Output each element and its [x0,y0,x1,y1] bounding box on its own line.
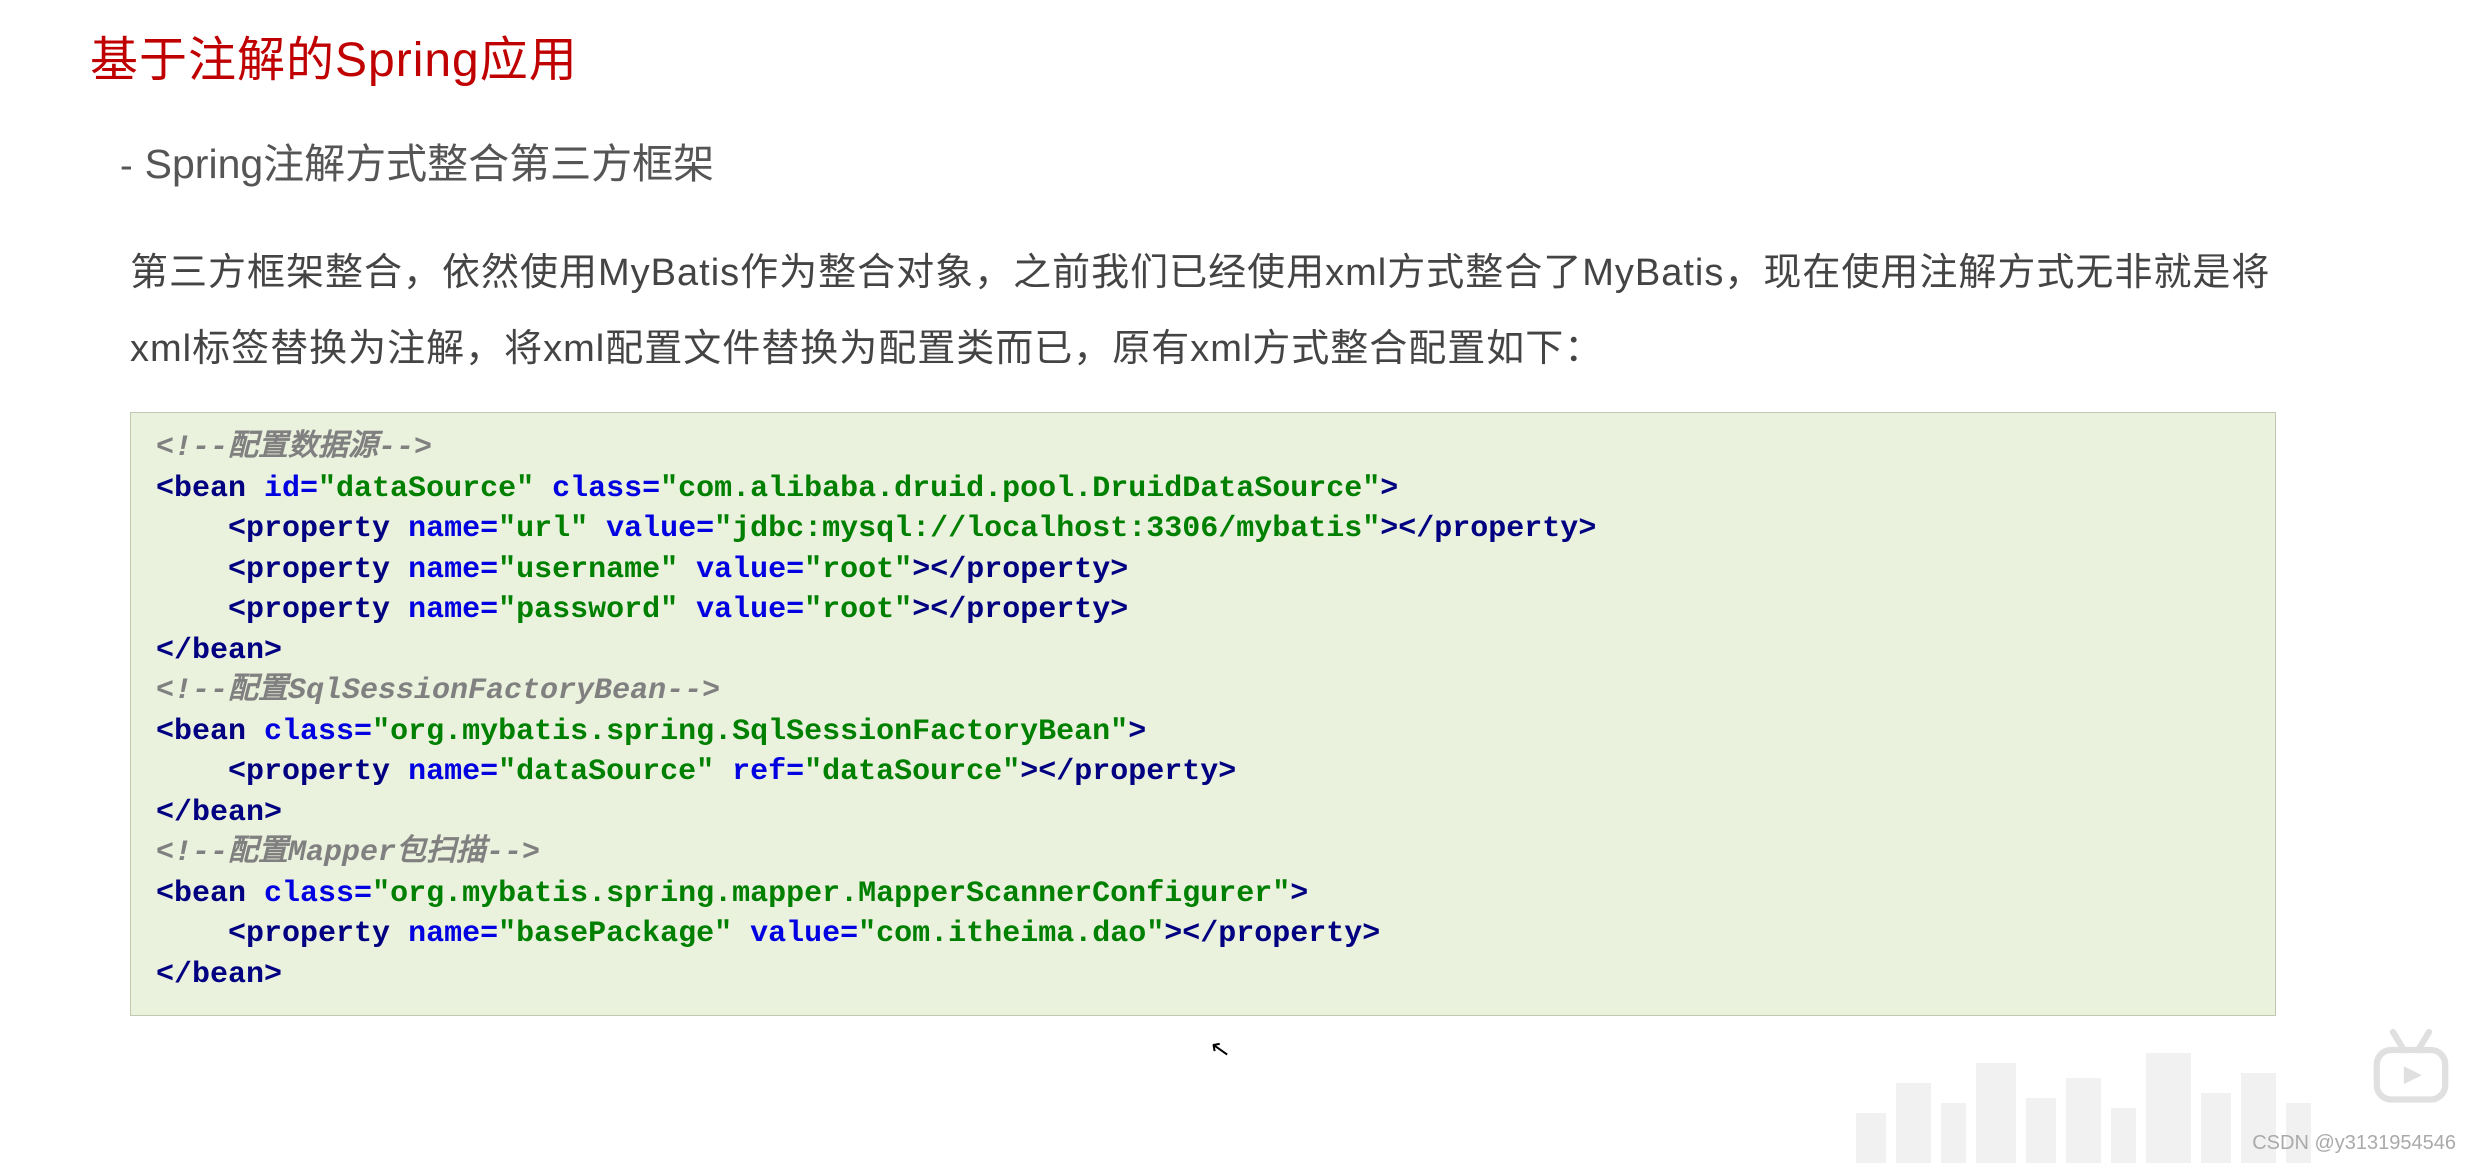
code-line: <bean id="dataSource" class="com.alibaba… [156,469,2250,510]
code-line: <bean class="org.mybatis.spring.mapper.M… [156,874,2250,915]
xml-comment: <!--配置SqlSessionFactoryBean--> [156,674,720,708]
code-line: <bean class="org.mybatis.spring.SqlSessi… [156,712,2250,753]
code-line: </bean> [156,955,2250,996]
code-line: <!--配置数据源--> [156,428,2250,469]
code-line: </bean> [156,631,2250,672]
bullet: - [120,145,133,188]
skyline-decoration [1856,1043,2316,1163]
slide-subtitle: Spring注解方式整合第三方框架 [145,130,715,190]
code-line: <property name="dataSource" ref="dataSou… [156,752,2250,793]
code-line: <property name="url" value="jdbc:mysql:/… [156,509,2250,550]
csdn-watermark: CSDN @y3131954546 [2252,1132,2456,1155]
slide-content: 基于注解的Spring应用 - Spring注解方式整合第三方框架 第三方框架整… [0,0,2486,1016]
code-line: <property name="basePackage" value="com.… [156,914,2250,955]
xml-comment: <!--配置数据源--> [156,431,432,465]
code-line: <property name="username" value="root"><… [156,550,2250,591]
subtitle-row: - Spring注解方式整合第三方框架 [120,130,2396,190]
code-line: <!--配置Mapper包扫描--> [156,833,2250,874]
code-line: </bean> [156,793,2250,834]
code-block: <!--配置数据源--> <bean id="dataSource" class… [130,412,2276,1016]
xml-comment: <!--配置Mapper包扫描--> [156,836,540,870]
slide-title: 基于注解的Spring应用 [90,20,2396,90]
code-line: <!--配置SqlSessionFactoryBean--> [156,671,2250,712]
mouse-cursor-icon: ↖ [1208,1033,1233,1065]
slide-paragraph: 第三方框架整合，依然使用MyBatis作为整合对象，之前我们已经使用xml方式整… [130,235,2276,387]
bilibili-tv-icon [2366,1023,2456,1113]
code-line: <property name="password" value="root"><… [156,590,2250,631]
